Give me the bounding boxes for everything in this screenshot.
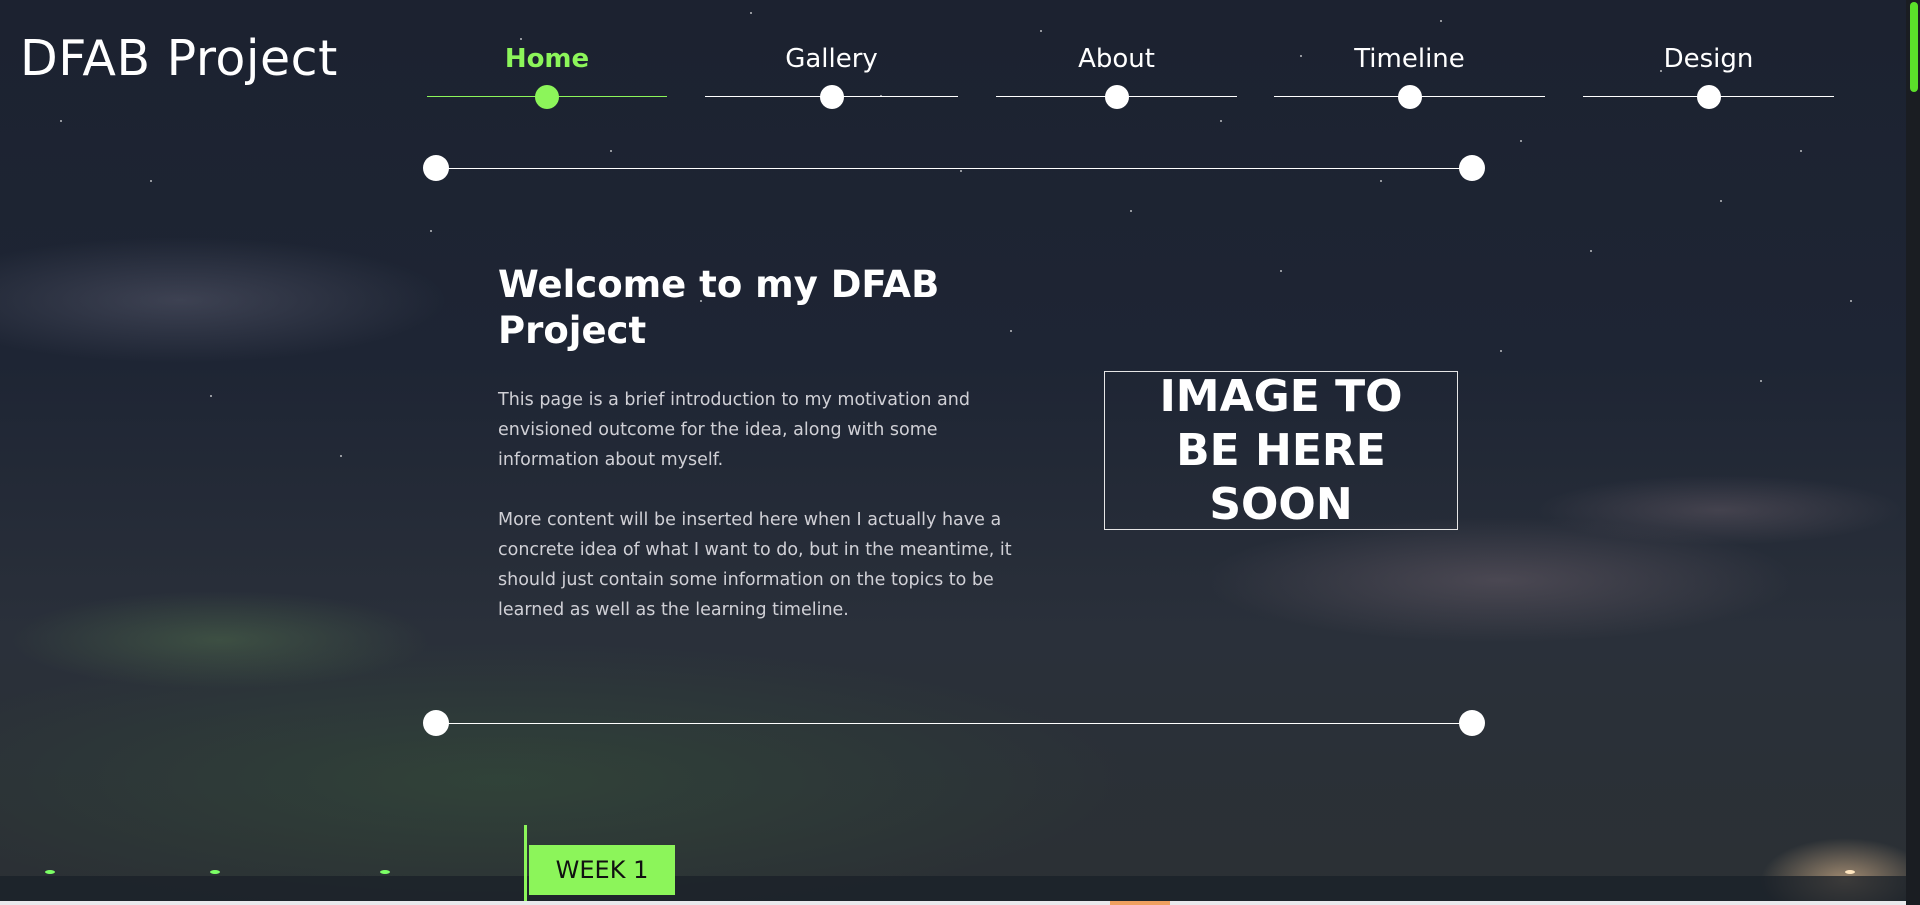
week-1-tag[interactable]: WEEK 1 xyxy=(529,845,675,895)
bottom-strip-accent xyxy=(1110,901,1170,905)
ground-light xyxy=(1845,870,1855,874)
timeline-rule xyxy=(524,825,527,905)
site-title[interactable]: DFAB Project xyxy=(20,30,338,87)
divider-line xyxy=(436,168,1472,169)
nav-dot-icon xyxy=(535,85,559,109)
nav-item-label: Design xyxy=(1663,44,1754,74)
divider-line xyxy=(436,723,1472,724)
section-divider-bottom xyxy=(423,710,1485,736)
page-scrollbar[interactable] xyxy=(1906,0,1920,905)
section-divider-top xyxy=(423,155,1485,181)
divider-dot-icon xyxy=(423,155,449,181)
ground-light xyxy=(45,870,55,874)
content-paragraph: More content will be inserted here when … xyxy=(498,510,1012,620)
nav-dot-icon xyxy=(1397,85,1422,109)
nav-dot-icon xyxy=(1696,85,1721,109)
scrollbar-thumb[interactable] xyxy=(1910,2,1918,92)
intro-paragraph: This page is a brief introduction to my … xyxy=(498,390,970,470)
nav-item-label: Timeline xyxy=(1354,44,1465,74)
nav-dot-icon xyxy=(819,85,844,109)
image-placeholder-text: IMAGE TO BE HERE SOON xyxy=(1159,370,1403,530)
divider-dot-icon xyxy=(1459,710,1485,736)
ground-light xyxy=(210,870,220,874)
nav-item-design[interactable]: Design xyxy=(1583,44,1834,114)
image-placeholder: IMAGE TO BE HERE SOON xyxy=(1104,371,1458,530)
week-tag-label: WEEK 1 xyxy=(555,856,649,884)
divider-dot-icon xyxy=(423,710,449,736)
nav-item-label: Gallery xyxy=(785,44,878,74)
bottom-strip xyxy=(0,901,1906,905)
nav-item-label: Home xyxy=(504,44,590,74)
nav-item-home[interactable]: Home xyxy=(427,44,667,114)
divider-dot-icon xyxy=(1459,155,1485,181)
nav-dot-icon xyxy=(1104,85,1129,109)
ground-light xyxy=(380,870,390,874)
horizon-ground xyxy=(0,876,1906,901)
nav-item-timeline[interactable]: Timeline xyxy=(1274,44,1545,114)
welcome-heading: Welcome to my DFAB Project xyxy=(498,263,940,352)
nav-item-label: About xyxy=(1078,44,1155,74)
nav-item-gallery[interactable]: Gallery xyxy=(705,44,958,114)
nav-item-about[interactable]: About xyxy=(996,44,1237,114)
